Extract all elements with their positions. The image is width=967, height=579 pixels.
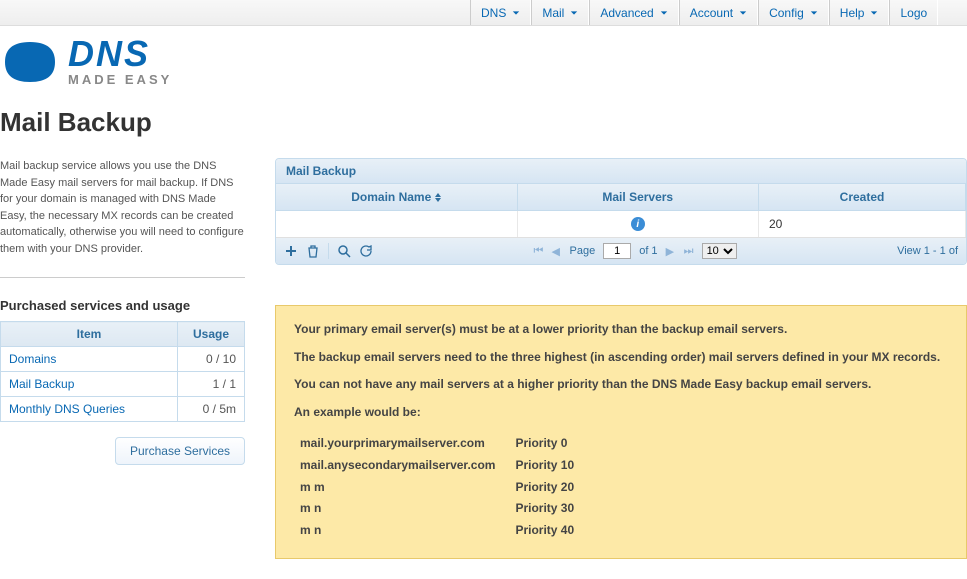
grid-footer: ⏮ ◀ Page of 1 ▶ ⏭ 10 View 1 - 1 of — [276, 238, 966, 264]
usage-item-link[interactable]: Monthly DNS Queries — [1, 397, 178, 422]
add-icon[interactable] — [284, 244, 298, 258]
panel-title: Mail Backup — [276, 159, 966, 184]
mail-backup-panel: Mail Backup Domain Name Mail Servers Cre… — [275, 158, 967, 265]
table-row[interactable]: i 20 — [276, 211, 966, 238]
nav-advanced[interactable]: Advanced — [589, 0, 678, 25]
top-nav: DNS Mail Advanced Account Config Help Lo… — [0, 0, 967, 26]
col-domain-name[interactable]: Domain Name — [276, 184, 518, 210]
usage-heading: Purchased services and usage — [0, 298, 245, 313]
logo-title: DNS — [68, 36, 172, 72]
pager-of-label: of 1 — [639, 245, 657, 257]
page-title: Mail Backup — [0, 107, 967, 138]
usage-col-usage: Usage — [178, 322, 245, 347]
nav-dns[interactable]: DNS — [470, 0, 531, 25]
usage-item-link[interactable]: Mail Backup — [1, 372, 178, 397]
usage-value: 0 / 5m — [178, 397, 245, 422]
pager-page-label: Page — [570, 245, 596, 257]
example-table: mail.yourprimarymailserver.comPriority 0… — [294, 432, 590, 542]
col-created[interactable]: Created — [759, 184, 966, 210]
info-icon[interactable]: i — [631, 217, 645, 231]
nav-logout[interactable]: Logo — [889, 0, 938, 25]
pager-pagesize-select[interactable]: 10 — [702, 243, 737, 259]
col-mail-servers[interactable]: Mail Servers — [518, 184, 760, 210]
notice-line: The backup email servers need to the thr… — [294, 350, 948, 366]
table-row: Mail Backup1 / 1 — [1, 372, 245, 397]
logo-swoosh-icon — [0, 37, 60, 87]
notice-example-heading: An example would be: — [294, 405, 948, 421]
cell-servers: i — [518, 211, 760, 237]
notice-line: You can not have any mail servers at a h… — [294, 377, 948, 393]
usage-value: 0 / 10 — [178, 347, 245, 372]
table-row: Domains0 / 10 — [1, 347, 245, 372]
cell-created: 20 — [759, 211, 966, 237]
pager-page-input[interactable] — [603, 243, 631, 259]
nav-help[interactable]: Help — [829, 0, 890, 25]
usage-value: 1 / 1 — [178, 372, 245, 397]
logo-area: DNS MADE EASY — [0, 26, 967, 107]
notice-box: Your primary email server(s) must be at … — [275, 305, 967, 559]
trash-icon[interactable] — [306, 244, 320, 258]
pager-view-label: View 1 - 1 of — [897, 245, 958, 257]
page-description: Mail backup service allows you use the D… — [0, 158, 245, 257]
nav-account[interactable]: Account — [679, 0, 758, 25]
pager-last-icon[interactable]: ⏭ — [684, 246, 694, 256]
nav-mail[interactable]: Mail — [531, 0, 589, 25]
refresh-icon[interactable] — [359, 244, 373, 258]
notice-line: Your primary email server(s) must be at … — [294, 322, 948, 338]
logo-subtitle: MADE EASY — [68, 72, 172, 87]
usage-item-link[interactable]: Domains — [1, 347, 178, 372]
pager-next-icon[interactable]: ▶ — [666, 246, 676, 256]
pager-prev-icon[interactable]: ◀ — [552, 246, 562, 256]
pager-first-icon[interactable]: ⏮ — [534, 246, 544, 256]
search-icon[interactable] — [337, 244, 351, 258]
purchase-services-button[interactable]: Purchase Services — [115, 437, 245, 465]
logo: DNS MADE EASY — [0, 36, 967, 87]
usage-col-item: Item — [1, 322, 178, 347]
usage-table: Item Usage Domains0 / 10 Mail Backup1 / … — [0, 321, 245, 422]
nav-config[interactable]: Config — [758, 0, 829, 25]
table-row: Monthly DNS Queries0 / 5m — [1, 397, 245, 422]
cell-domain — [276, 211, 518, 237]
